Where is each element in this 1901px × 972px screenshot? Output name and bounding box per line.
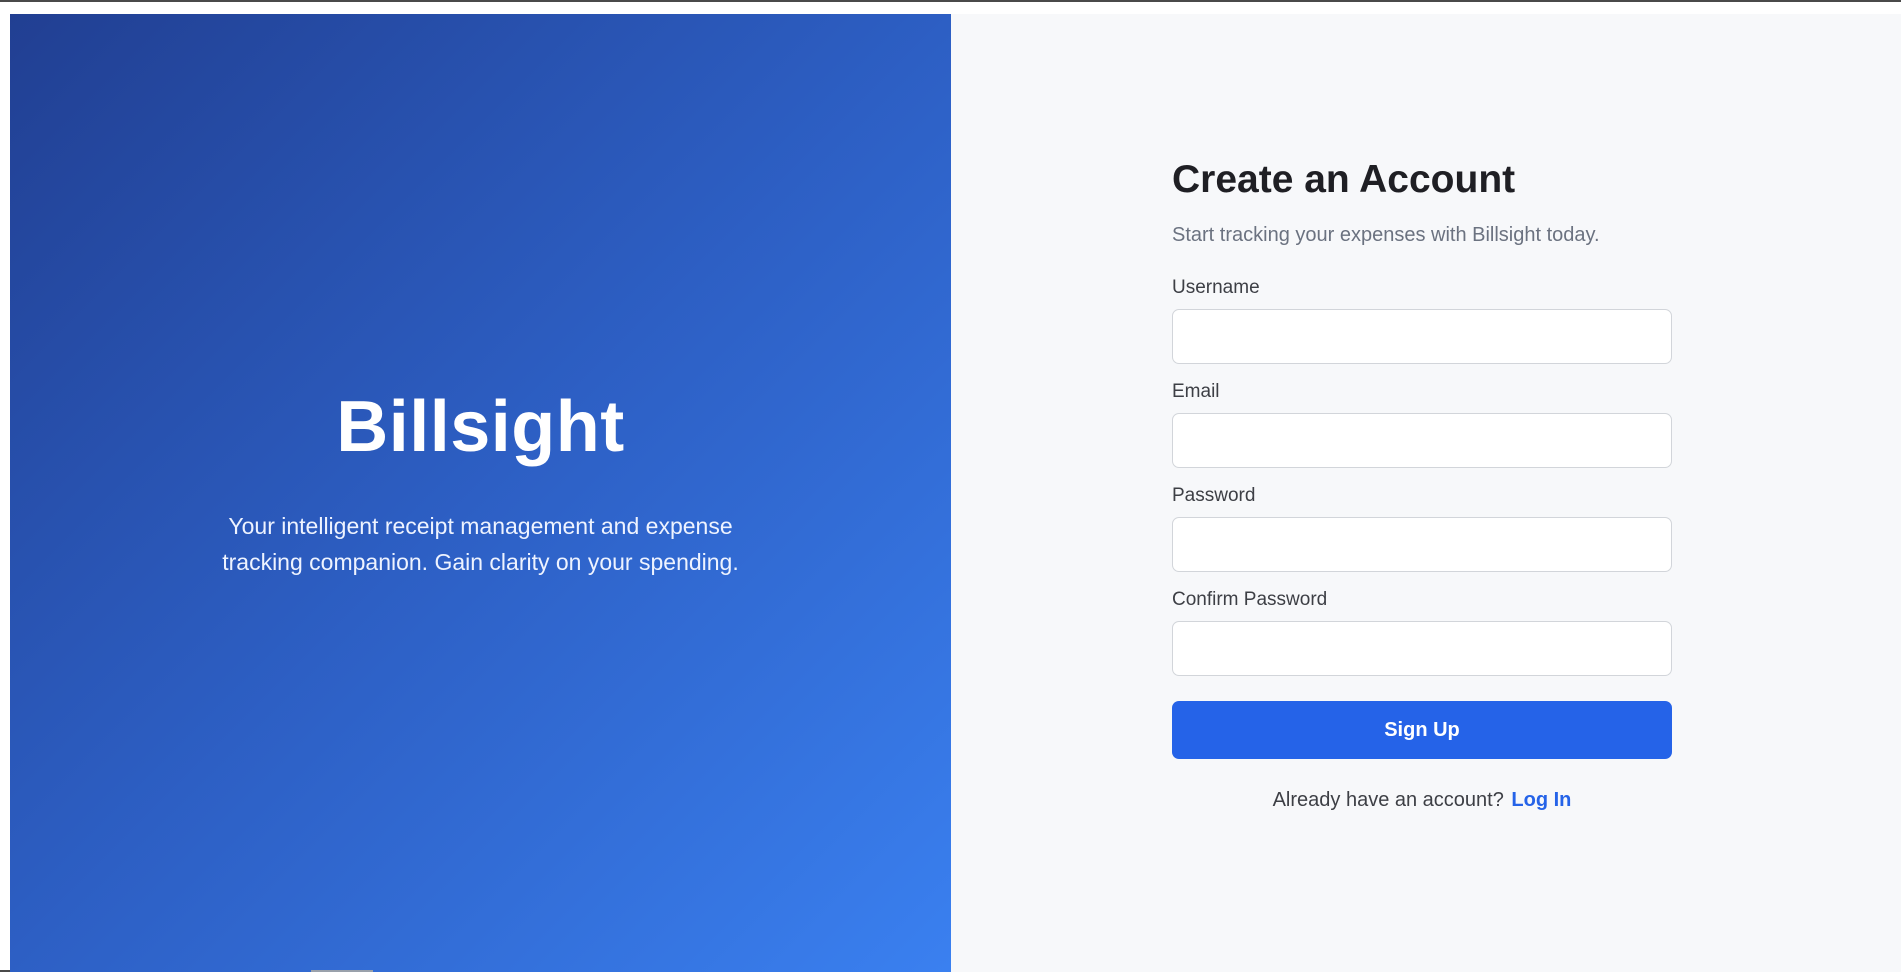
signup-page: Billsight Your intelligent receipt manag… — [10, 14, 1901, 972]
login-prompt-text: Already have an account? — [1272, 789, 1504, 811]
form-panel: Create an Account Start tracking your ex… — [951, 14, 1901, 972]
password-field-group: Password — [1172, 485, 1672, 572]
brand-panel: Billsight Your intelligent receipt manag… — [10, 14, 951, 972]
email-input[interactable] — [1172, 413, 1672, 468]
username-label: Username — [1172, 277, 1260, 298]
email-label: Email — [1172, 381, 1220, 402]
email-field-group: Email — [1172, 381, 1672, 468]
login-prompt-row: Already have an account? Log In — [1172, 789, 1672, 812]
browser-viewport: Billsight Your intelligent receipt manag… — [0, 0, 1901, 972]
signup-form: Create an Account Start tracking your ex… — [1172, 157, 1672, 812]
brand-tagline: Your intelligent receipt management and … — [222, 513, 739, 575]
confirm-password-field-group: Confirm Password — [1172, 589, 1672, 676]
log-in-link[interactable]: Log In — [1511, 789, 1571, 811]
form-title: Create an Account — [1172, 158, 1516, 201]
confirm-password-input[interactable] — [1172, 621, 1672, 676]
username-input[interactable] — [1172, 309, 1672, 364]
username-field-group: Username — [1172, 277, 1672, 364]
form-subtitle: Start tracking your expenses with Billsi… — [1172, 224, 1600, 246]
password-input[interactable] — [1172, 517, 1672, 572]
brand-title: Billsight — [336, 387, 625, 467]
confirm-password-label: Confirm Password — [1172, 589, 1328, 610]
sign-up-button[interactable]: Sign Up — [1172, 701, 1672, 759]
password-label: Password — [1172, 485, 1256, 506]
